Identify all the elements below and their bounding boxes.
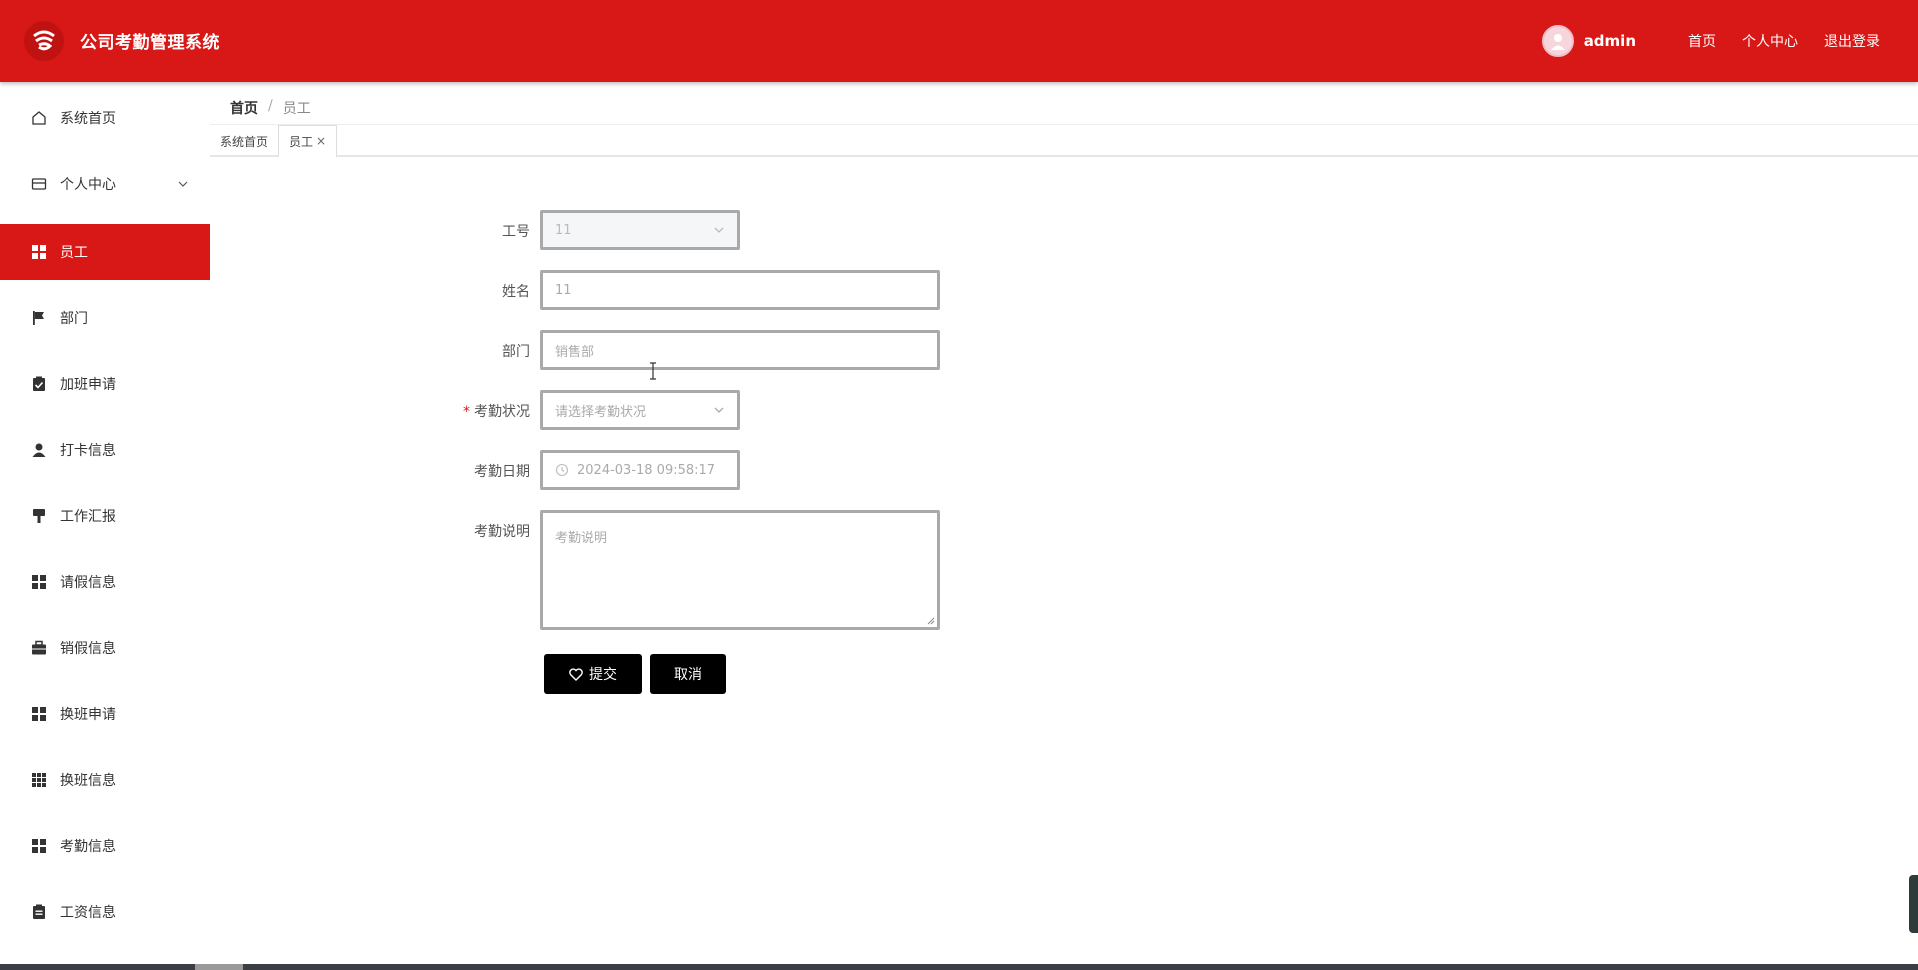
clipboard-icon — [31, 904, 47, 920]
chevron-down-icon — [178, 181, 188, 187]
sidebar-item-label: 销假信息 — [60, 641, 116, 657]
clock-icon — [555, 463, 569, 477]
name-label: 姓名 — [502, 284, 530, 300]
sidebar-item-label: 员工 — [60, 245, 88, 261]
cancel-label: 取消 — [674, 667, 702, 683]
sidebar-item-label: 个人中心 — [60, 177, 116, 193]
tab-home[interactable]: 系统首页 — [210, 125, 278, 157]
sidebar-item-home[interactable]: 系统首页 — [0, 90, 210, 146]
app-title: 公司考勤管理系统 — [80, 33, 220, 53]
header-link-home[interactable]: 首页 — [1688, 31, 1716, 51]
sidebar-item-employee[interactable]: 员工 — [0, 224, 210, 280]
submit-button[interactable]: 提交 — [544, 654, 642, 694]
sidebar-item-shift-info[interactable]: 换班信息 — [0, 752, 210, 808]
breadcrumb-separator: / — [268, 98, 273, 114]
chevron-down-icon — [714, 407, 724, 413]
clipboard-check-icon — [31, 376, 47, 392]
grid-icon — [31, 838, 47, 854]
home-icon — [31, 110, 47, 126]
dept-value: 销售部 — [555, 344, 595, 360]
note-textarea[interactable]: 考勤说明 — [540, 510, 940, 630]
sidebar: 系统首页 个人中心 员工 部门 加班申请 打卡信息 工作汇报 请假信息 销假信息… — [0, 82, 210, 964]
tab-label: 系统首页 — [220, 134, 269, 149]
floating-widget[interactable] — [1909, 875, 1918, 933]
header-link-profile[interactable]: 个人中心 — [1742, 31, 1798, 51]
avatar-icon — [1550, 34, 1565, 50]
flag-icon — [31, 310, 47, 326]
tab-employee[interactable]: 员工 × — [278, 125, 338, 158]
date-picker[interactable]: 2024-03-18 09:58:17 — [540, 450, 740, 490]
scrollbar-thumb[interactable] — [195, 964, 243, 970]
emp-no-select[interactable]: 11 — [540, 210, 740, 250]
sidebar-item-label: 工作汇报 — [60, 509, 116, 525]
user-icon — [31, 442, 47, 458]
heart-icon — [569, 667, 583, 681]
grid-icon — [31, 244, 47, 260]
status-select[interactable]: 请选择考勤状况 — [540, 390, 740, 430]
cancel-button[interactable]: 取消 — [650, 654, 726, 694]
apps-icon — [31, 772, 47, 788]
sidebar-item-report[interactable]: 工作汇报 — [0, 488, 210, 544]
sidebar-item-label: 工资信息 — [60, 905, 116, 921]
sidebar-item-salary[interactable]: 工资信息 — [0, 884, 210, 940]
sidebar-item-label: 考勤信息 — [60, 839, 116, 855]
submit-label: 提交 — [589, 667, 617, 683]
note-placeholder: 考勤说明 — [555, 531, 608, 546]
header-link-logout[interactable]: 退出登录 — [1824, 31, 1880, 51]
sidebar-item-overtime[interactable]: 加班申请 — [0, 356, 210, 412]
sidebar-item-label: 加班申请 — [60, 377, 116, 393]
date-label: 考勤日期 — [474, 464, 530, 480]
sidebar-item-shift-request[interactable]: 换班申请 — [0, 686, 210, 742]
horizontal-scrollbar[interactable] — [0, 964, 1918, 970]
close-icon[interactable]: × — [316, 134, 326, 148]
tab-bar: 系统首页 员工 × — [210, 125, 1918, 158]
wallet-icon — [31, 176, 47, 192]
grid-icon — [31, 574, 47, 590]
app-logo — [24, 21, 64, 61]
chevron-down-icon — [714, 227, 724, 233]
sidebar-item-department[interactable]: 部门 — [0, 290, 210, 346]
dept-input[interactable]: 销售部 — [540, 330, 940, 370]
tab-label: 员工 — [289, 134, 314, 149]
sidebar-item-leave-cancel[interactable]: 销假信息 — [0, 620, 210, 676]
sidebar-item-clockin[interactable]: 打卡信息 — [0, 422, 210, 478]
emp-no-value: 11 — [555, 222, 572, 238]
name-value: 11 — [555, 282, 572, 298]
grid-icon — [31, 706, 47, 722]
briefcase-icon — [31, 640, 47, 656]
resize-handle-icon[interactable] — [925, 615, 935, 625]
status-label-text: 考勤状况 — [474, 404, 530, 420]
emp-no-label: 工号 — [502, 224, 530, 240]
note-label: 考勤说明 — [474, 524, 530, 540]
top-header: 公司考勤管理系统 admin 首页 个人中心 退出登录 — [0, 0, 1918, 82]
date-value: 2024-03-18 09:58:17 — [577, 462, 716, 478]
sidebar-item-label: 打卡信息 — [60, 443, 116, 459]
sidebar-item-label: 换班信息 — [60, 773, 116, 789]
name-input[interactable]: 11 — [540, 270, 940, 310]
breadcrumb: 首页 / 员工 — [230, 98, 311, 118]
brush-icon — [31, 508, 47, 524]
sidebar-item-label: 换班申请 — [60, 707, 116, 723]
sidebar-item-leave[interactable]: 请假信息 — [0, 554, 210, 610]
sidebar-item-label: 系统首页 — [60, 111, 116, 127]
username: admin — [1583, 32, 1636, 50]
sidebar-item-profile[interactable]: 个人中心 — [0, 156, 210, 212]
dept-label: 部门 — [502, 344, 530, 360]
sidebar-item-label: 部门 — [60, 311, 88, 327]
required-mark: * — [463, 404, 470, 420]
status-placeholder: 请选择考勤状况 — [555, 404, 647, 420]
avatar[interactable] — [1541, 25, 1574, 57]
text-cursor-icon — [650, 362, 656, 380]
sidebar-item-attendance[interactable]: 考勤信息 — [0, 818, 210, 874]
status-label: * 考勤状况 — [410, 401, 530, 421]
breadcrumb-current: 员工 — [282, 101, 311, 117]
logo-icon — [33, 30, 55, 51]
sidebar-item-label: 请假信息 — [60, 575, 116, 591]
breadcrumb-home[interactable]: 首页 — [230, 98, 258, 118]
